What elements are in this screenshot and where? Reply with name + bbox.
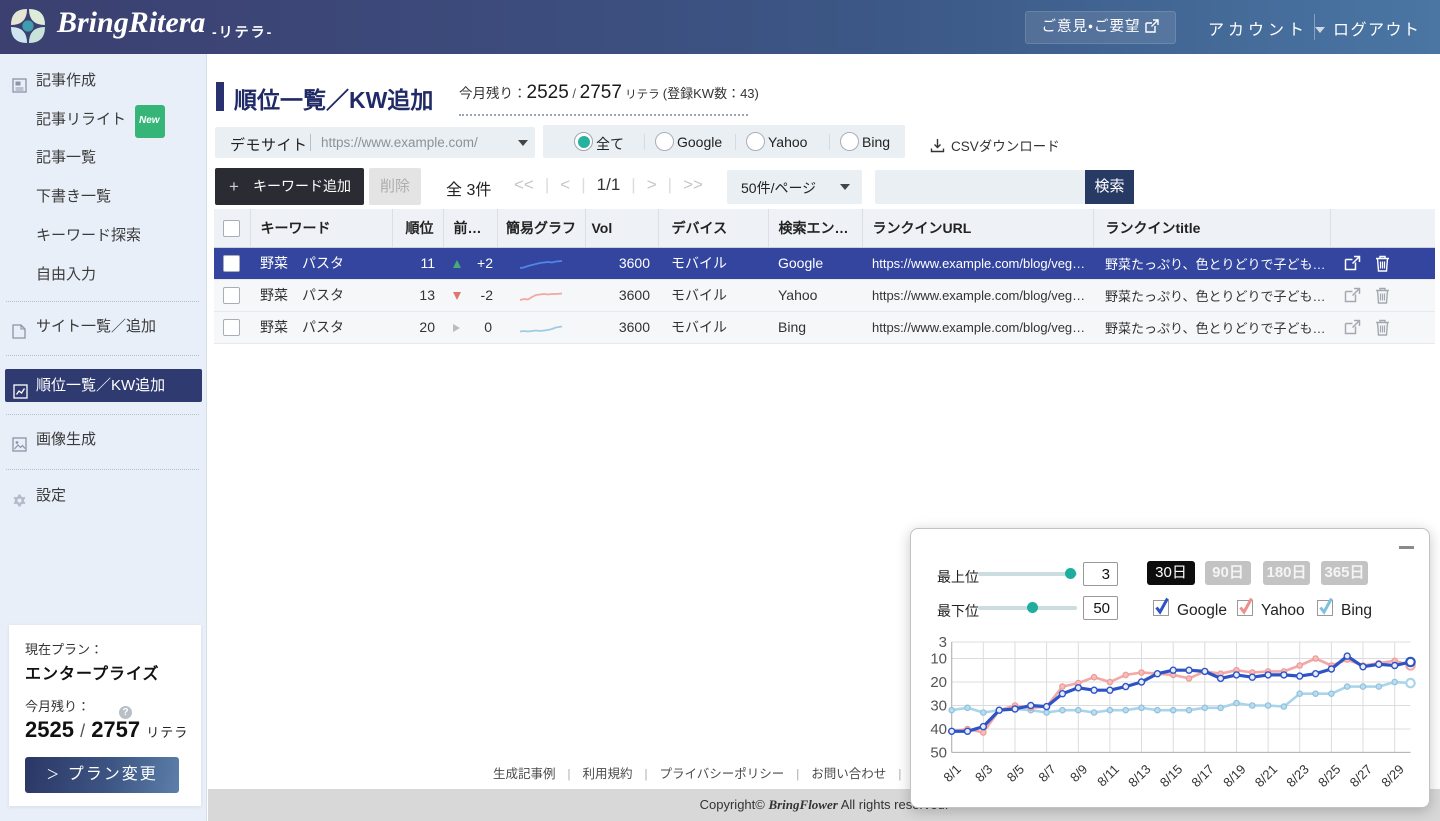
svg-text:8/3: 8/3	[972, 762, 995, 785]
svg-text:8/27: 8/27	[1347, 762, 1376, 791]
svg-text:8/7: 8/7	[1035, 762, 1058, 785]
svg-text:30: 30	[930, 698, 947, 715]
svg-text:20: 20	[930, 674, 947, 691]
svg-text:8/5: 8/5	[1004, 762, 1027, 785]
svg-text:8/23: 8/23	[1283, 762, 1312, 791]
svg-text:3: 3	[939, 634, 947, 651]
svg-text:8/29: 8/29	[1378, 762, 1407, 791]
svg-text:8/11: 8/11	[1094, 762, 1122, 790]
svg-text:8/1: 8/1	[940, 762, 963, 785]
svg-text:40: 40	[930, 721, 947, 738]
svg-text:8/9: 8/9	[1067, 762, 1090, 785]
svg-text:8/21: 8/21	[1252, 762, 1281, 791]
svg-text:8/25: 8/25	[1315, 762, 1344, 791]
svg-text:8/13: 8/13	[1125, 762, 1154, 791]
svg-text:8/17: 8/17	[1188, 762, 1217, 791]
svg-text:10: 10	[930, 651, 947, 668]
svg-text:50: 50	[930, 744, 947, 761]
svg-text:8/19: 8/19	[1220, 762, 1249, 791]
svg-text:8/15: 8/15	[1157, 762, 1186, 791]
